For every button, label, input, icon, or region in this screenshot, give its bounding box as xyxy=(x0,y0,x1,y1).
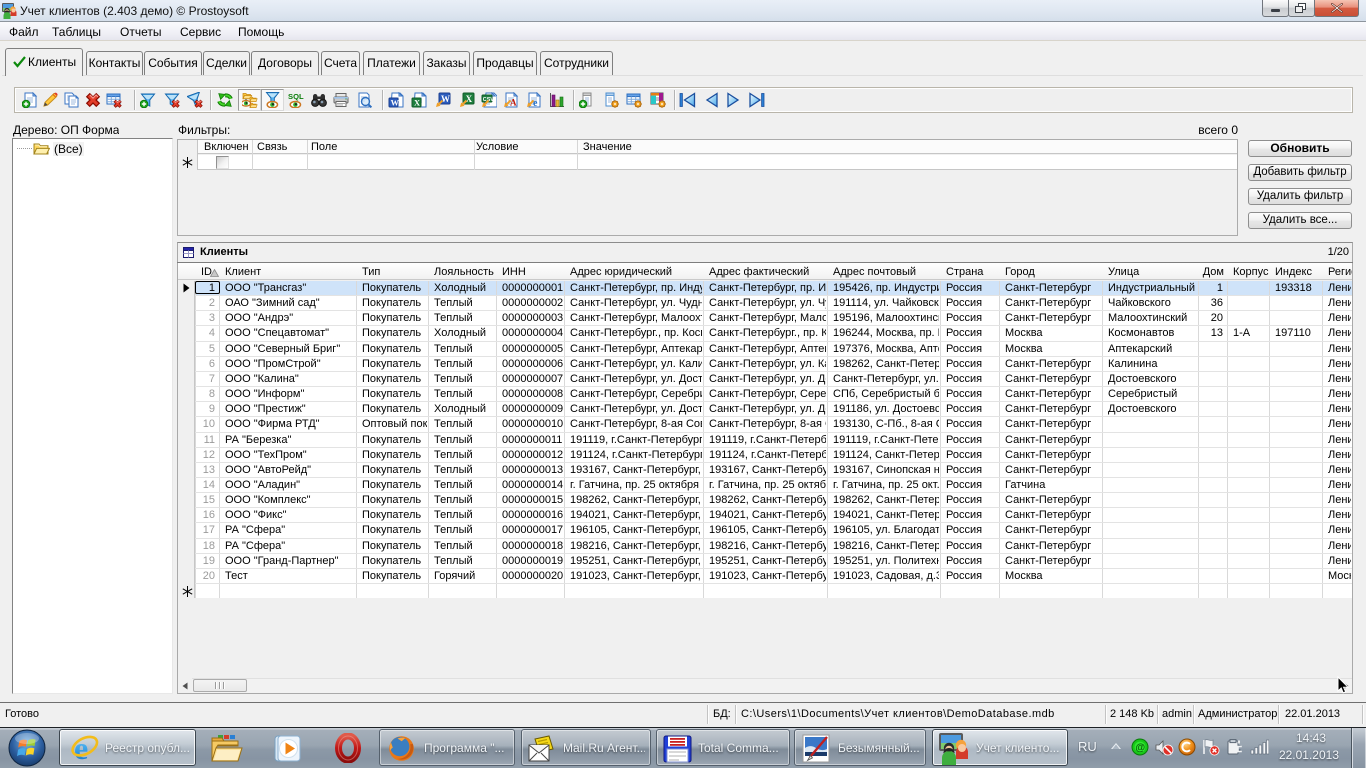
svg-text:W: W xyxy=(391,98,400,107)
svg-text:@: @ xyxy=(1135,742,1145,753)
svg-text:A: A xyxy=(510,98,517,108)
svg-text:X: X xyxy=(414,98,420,107)
svg-text:W: W xyxy=(441,94,450,104)
svg-text:SQL: SQL xyxy=(288,92,304,101)
svg-text:e: e xyxy=(533,98,538,108)
svg-text:CSV: CSV xyxy=(483,97,494,103)
svg-text:X: X xyxy=(466,94,473,104)
